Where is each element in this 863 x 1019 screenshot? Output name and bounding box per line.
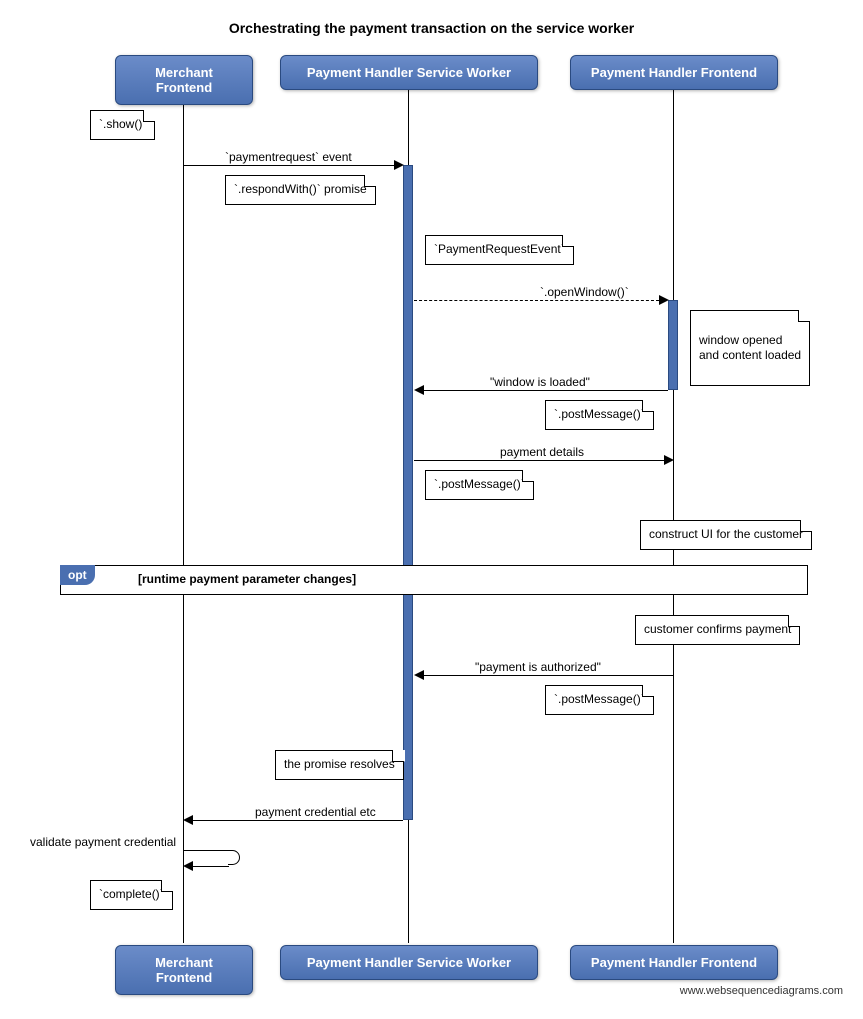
note-text: `complete()` — [99, 887, 164, 901]
diagram-title: Orchestrating the payment transaction on… — [20, 20, 843, 36]
actor-label: Payment Handler Service Worker — [307, 955, 511, 970]
arrow-dashed — [414, 300, 659, 301]
watermark: www.websequencediagrams.com — [680, 985, 843, 997]
note-text: `PaymentRequestEvent` — [434, 242, 565, 256]
actor-merchant-bottom: Merchant Frontend — [115, 945, 253, 995]
actor-merchant-top: Merchant Frontend — [115, 55, 253, 105]
msg-windowloaded: "window is loaded" — [490, 375, 590, 389]
note-text: customer confirms payment — [644, 622, 791, 636]
note-complete: `complete()` — [90, 880, 173, 910]
msg-validate: validate payment credential — [30, 835, 176, 849]
note-promiseresolves: the promise resolves — [275, 750, 404, 780]
note-windowopened: window opened and content loaded — [690, 310, 810, 386]
activation-frontend — [668, 300, 678, 390]
arrow — [192, 820, 403, 821]
note-text: `.respondWith()` promise — [234, 182, 367, 196]
arrowhead — [394, 160, 404, 170]
actor-worker-top: Payment Handler Service Worker — [280, 55, 538, 90]
note-text: window opened and content loaded — [699, 333, 801, 363]
note-postmessage3: `.postMessage()` — [545, 685, 654, 715]
note-show: `.show()` — [90, 110, 155, 140]
msg-openwindow: `.openWindow()` — [540, 285, 629, 299]
actor-label: Payment Handler Service Worker — [307, 65, 511, 80]
note-text: construct UI for the customer — [649, 527, 803, 541]
note-constructui: construct UI for the customer — [640, 520, 812, 550]
arrowhead — [659, 295, 669, 305]
arrow — [414, 460, 664, 461]
arrow — [423, 675, 673, 676]
arrowhead — [183, 815, 193, 825]
note-text: `.postMessage()` — [554, 407, 645, 421]
arrowhead — [664, 455, 674, 465]
note-text: `.postMessage()` — [554, 692, 645, 706]
actor-label: Payment Handler Frontend — [591, 65, 757, 80]
actor-label: Merchant Frontend — [155, 65, 213, 95]
note-respondwith: `.respondWith()` promise — [225, 175, 376, 205]
sequence-diagram: Orchestrating the payment transaction on… — [20, 20, 843, 999]
actor-label: Payment Handler Frontend — [591, 955, 757, 970]
note-text: `.postMessage()` — [434, 477, 525, 491]
opt-tag: opt — [60, 565, 95, 585]
msg-paymentcredential: payment credential etc — [255, 805, 376, 819]
actor-worker-bottom: Payment Handler Service Worker — [280, 945, 538, 980]
arrowhead — [414, 385, 424, 395]
actor-label: Merchant Frontend — [155, 955, 213, 985]
activation-worker — [403, 165, 413, 820]
note-text: the promise resolves — [284, 757, 395, 771]
arrow — [423, 390, 668, 391]
arrow — [184, 165, 394, 166]
actor-frontend-top: Payment Handler Frontend — [570, 55, 778, 90]
lifeline-frontend — [673, 88, 674, 943]
note-postmessage1: `.postMessage()` — [545, 400, 654, 430]
msg-paymentauthorized: "payment is authorized" — [475, 660, 601, 674]
msg-paymentdetails: payment details — [500, 445, 584, 459]
note-postmessage2: `.postMessage()` — [425, 470, 534, 500]
note-text: `.show()` — [99, 117, 146, 131]
arrowhead — [414, 670, 424, 680]
msg-paymentrequest: `paymentrequest` event — [225, 150, 352, 164]
actor-frontend-bottom: Payment Handler Frontend — [570, 945, 778, 980]
note-customerconfirms: customer confirms payment — [635, 615, 800, 645]
opt-label: [runtime payment parameter changes] — [138, 572, 356, 586]
note-paymentrequestevent: `PaymentRequestEvent` — [425, 235, 574, 265]
